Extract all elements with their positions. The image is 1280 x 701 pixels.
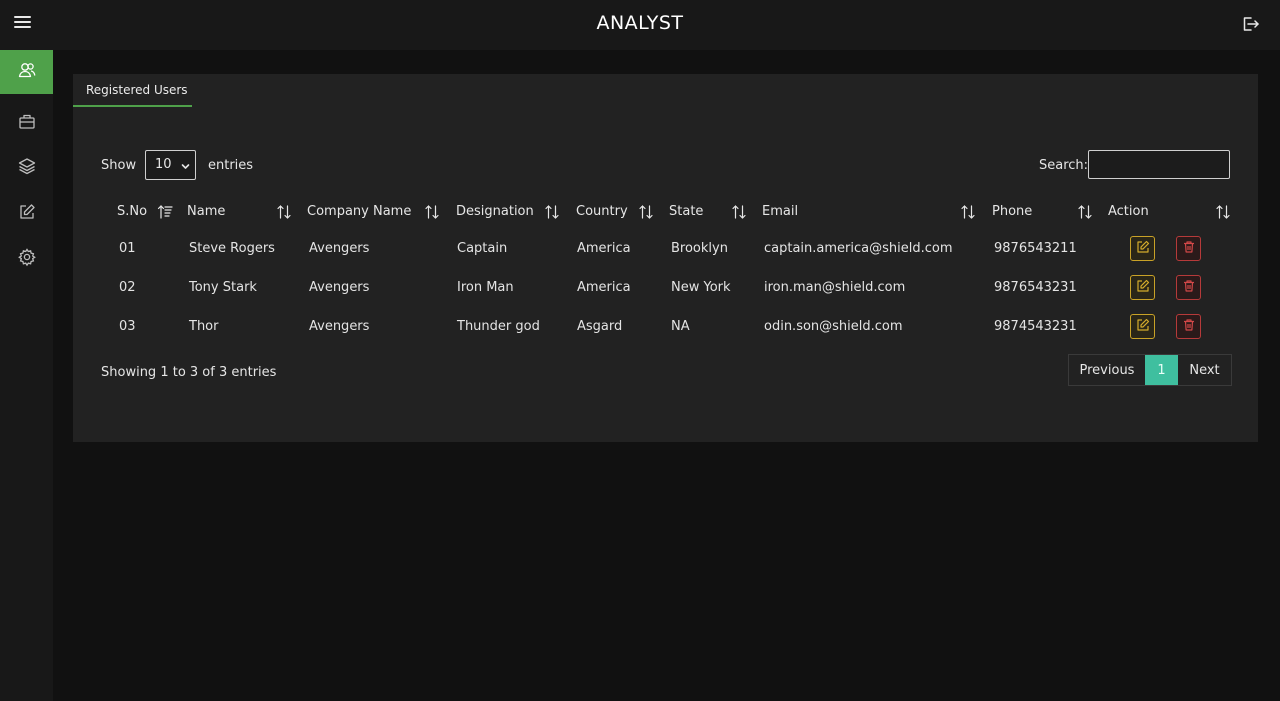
cell-sno: 03 — [119, 319, 136, 334]
pagination: Previous 1 Next — [1068, 354, 1232, 386]
cell-sno: 02 — [119, 280, 136, 295]
sidebar — [0, 50, 53, 701]
table-info-text: Showing 1 to 3 of 3 entries — [101, 365, 277, 380]
cell-phone: 9876543231 — [994, 280, 1077, 295]
layers-icon — [17, 156, 37, 180]
cell-state: New York — [671, 280, 731, 295]
cell-email: odin.son@shield.com — [764, 319, 903, 334]
edit-icon — [1136, 317, 1150, 336]
sort-icon[interactable] — [731, 203, 747, 221]
app-title: ANALYST — [596, 12, 684, 34]
sort-ascending-icon[interactable] — [157, 203, 173, 221]
gear-icon — [17, 247, 37, 271]
previous-page-button[interactable]: Previous — [1069, 355, 1145, 385]
sidebar-item-edit[interactable] — [0, 192, 53, 236]
cell-email: iron.man@shield.com — [764, 280, 906, 295]
users-icon — [17, 60, 37, 84]
cell-name: Steve Rogers — [189, 241, 275, 256]
chevron-down-icon — [181, 160, 190, 169]
cell-company: Avengers — [309, 241, 370, 256]
top-bar: ANALYST — [0, 0, 1280, 50]
page-1-button[interactable]: 1 — [1145, 355, 1178, 385]
cell-designation: Captain — [457, 241, 508, 256]
delete-button[interactable] — [1176, 236, 1201, 261]
edit-button[interactable] — [1130, 314, 1155, 339]
column-header-designation[interactable]: Designation — [456, 204, 534, 219]
delete-button[interactable] — [1176, 314, 1201, 339]
edit-icon — [1136, 278, 1150, 297]
registered-users-panel: Registered Users Show 10 entries Search:… — [73, 74, 1258, 442]
cell-company: Avengers — [309, 319, 370, 334]
sort-icon[interactable] — [276, 203, 292, 221]
sidebar-item-layers[interactable] — [0, 146, 53, 190]
logout-icon[interactable] — [1240, 14, 1262, 36]
sort-icon[interactable] — [544, 203, 560, 221]
cell-company: Avengers — [309, 280, 370, 295]
cell-phone: 9876543211 — [994, 241, 1077, 256]
edit-button[interactable] — [1130, 275, 1155, 300]
column-header-name[interactable]: Name — [187, 204, 225, 219]
tab-registered-users[interactable]: Registered Users — [73, 74, 192, 107]
column-header-country[interactable]: Country — [576, 204, 628, 219]
entries-select-value: 10 — [155, 157, 172, 172]
sidebar-item-briefcase[interactable] — [0, 101, 53, 145]
column-header-email[interactable]: Email — [762, 204, 798, 219]
sort-icon[interactable] — [1215, 203, 1231, 221]
column-header-company-name[interactable]: Company Name — [307, 204, 411, 219]
cell-designation: Iron Man — [457, 280, 514, 295]
column-header-phone[interactable]: Phone — [992, 204, 1032, 219]
column-header-sno[interactable]: S.No — [117, 204, 147, 219]
cell-designation: Thunder god — [457, 319, 540, 334]
column-header-action[interactable]: Action — [1108, 204, 1149, 219]
entries-label: entries — [208, 158, 254, 173]
cell-state: NA — [671, 319, 690, 334]
edit-icon — [1136, 239, 1150, 258]
sort-icon[interactable] — [1077, 203, 1093, 221]
briefcase-icon — [17, 111, 37, 135]
column-header-state[interactable]: State — [669, 204, 703, 219]
cell-country: America — [577, 280, 631, 295]
next-page-button[interactable]: Next — [1178, 355, 1231, 385]
cell-country: Asgard — [577, 319, 623, 334]
search-input[interactable] — [1088, 150, 1230, 179]
cell-email: captain.america@shield.com — [764, 241, 953, 256]
edit-button[interactable] — [1130, 236, 1155, 261]
edit-icon — [17, 202, 37, 226]
cell-phone: 9874543231 — [994, 319, 1077, 334]
search-label: Search: — [1039, 158, 1089, 173]
cell-state: Brooklyn — [671, 241, 728, 256]
show-label: Show — [101, 158, 137, 173]
sidebar-item-settings[interactable] — [0, 237, 53, 281]
entries-per-page-select[interactable]: 10 — [145, 150, 196, 180]
cell-name: Thor — [189, 319, 219, 334]
sort-icon[interactable] — [424, 203, 440, 221]
sidebar-item-users[interactable] — [0, 50, 53, 94]
trash-icon — [1182, 317, 1196, 336]
cell-sno: 01 — [119, 241, 136, 256]
sort-icon[interactable] — [638, 203, 654, 221]
sort-icon[interactable] — [960, 203, 976, 221]
cell-name: Tony Stark — [189, 280, 257, 295]
cell-country: America — [577, 241, 631, 256]
trash-icon — [1182, 239, 1196, 258]
trash-icon — [1182, 278, 1196, 297]
delete-button[interactable] — [1176, 275, 1201, 300]
